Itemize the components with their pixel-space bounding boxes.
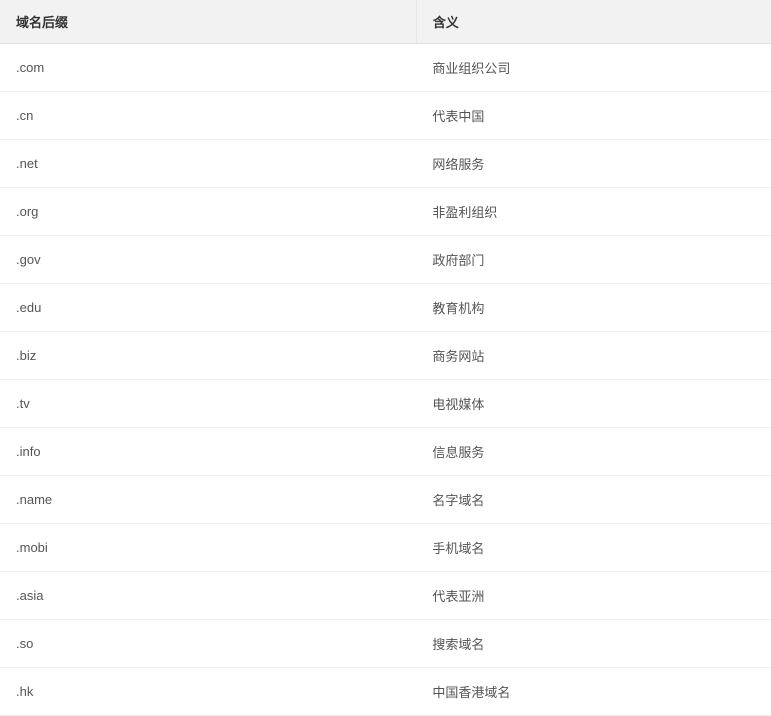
table-row: .info 信息服务 — [0, 428, 771, 476]
cell-suffix: .tv — [0, 380, 416, 428]
cell-meaning: 手机域名 — [416, 524, 771, 572]
cell-meaning: 非盈利组织 — [416, 188, 771, 236]
table-row: .net 网络服务 — [0, 140, 771, 188]
cell-suffix: .biz — [0, 332, 416, 380]
table-row: .cn 代表中国 — [0, 92, 771, 140]
table-row: .asia 代表亚洲 — [0, 572, 771, 620]
cell-meaning: 政府部门 — [416, 236, 771, 284]
cell-meaning: 电视媒体 — [416, 380, 771, 428]
table-row: .org 非盈利组织 — [0, 188, 771, 236]
domain-suffix-table: 域名后缀 含义 .com 商业组织公司 .cn 代表中国 .net 网络服务 .… — [0, 0, 771, 716]
cell-meaning: 教育机构 — [416, 284, 771, 332]
table-row: .so 搜索域名 — [0, 620, 771, 668]
table-row: .hk 中国香港域名 — [0, 668, 771, 716]
cell-meaning: 搜索域名 — [416, 620, 771, 668]
table-row: .edu 教育机构 — [0, 284, 771, 332]
cell-suffix: .mobi — [0, 524, 416, 572]
header-suffix: 域名后缀 — [0, 0, 416, 44]
table-header-row: 域名后缀 含义 — [0, 0, 771, 44]
table-row: .tv 电视媒体 — [0, 380, 771, 428]
table-body: .com 商业组织公司 .cn 代表中国 .net 网络服务 .org 非盈利组… — [0, 44, 771, 716]
cell-suffix: .net — [0, 140, 416, 188]
cell-meaning: 商务网站 — [416, 332, 771, 380]
table-row: .com 商业组织公司 — [0, 44, 771, 92]
cell-suffix: .name — [0, 476, 416, 524]
cell-meaning: 信息服务 — [416, 428, 771, 476]
table-row: .name 名字域名 — [0, 476, 771, 524]
cell-meaning: 商业组织公司 — [416, 44, 771, 92]
cell-suffix: .edu — [0, 284, 416, 332]
cell-suffix: .cn — [0, 92, 416, 140]
cell-meaning: 中国香港域名 — [416, 668, 771, 716]
cell-suffix: .info — [0, 428, 416, 476]
cell-suffix: .gov — [0, 236, 416, 284]
table-row: .mobi 手机域名 — [0, 524, 771, 572]
cell-suffix: .com — [0, 44, 416, 92]
table-row: .biz 商务网站 — [0, 332, 771, 380]
cell-meaning: 名字域名 — [416, 476, 771, 524]
header-meaning: 含义 — [416, 0, 771, 44]
table-row: .gov 政府部门 — [0, 236, 771, 284]
cell-suffix: .hk — [0, 668, 416, 716]
cell-suffix: .so — [0, 620, 416, 668]
cell-meaning: 代表中国 — [416, 92, 771, 140]
cell-meaning: 网络服务 — [416, 140, 771, 188]
cell-suffix: .asia — [0, 572, 416, 620]
cell-suffix: .org — [0, 188, 416, 236]
cell-meaning: 代表亚洲 — [416, 572, 771, 620]
